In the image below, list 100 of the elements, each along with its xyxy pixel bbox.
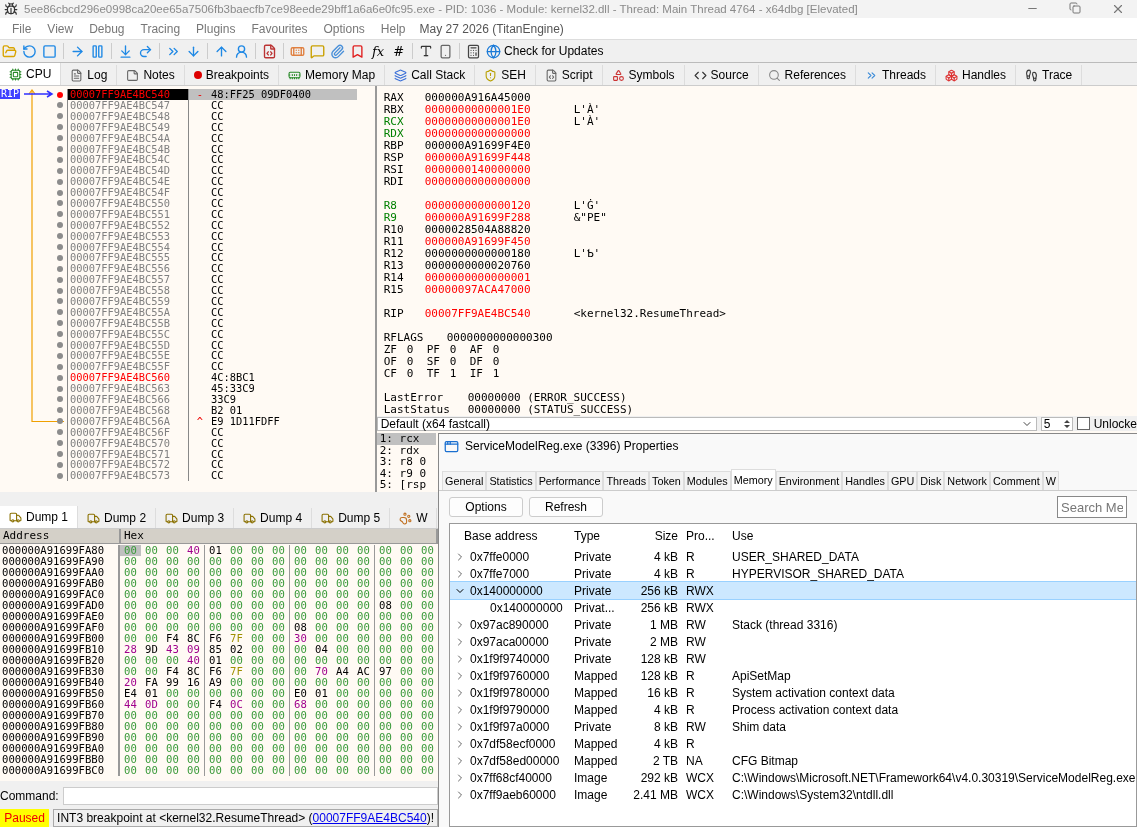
hex-byte[interactable]: 28 bbox=[120, 644, 141, 655]
hex-byte[interactable]: 00 bbox=[417, 589, 438, 600]
hex-byte[interactable]: 00 bbox=[417, 754, 438, 765]
hex-byte[interactable]: 00 bbox=[396, 622, 417, 633]
hex-byte[interactable]: 00 bbox=[332, 677, 353, 688]
hex-byte[interactable]: 00 bbox=[396, 699, 417, 710]
hex-byte[interactable]: 00 bbox=[247, 754, 268, 765]
hex-byte[interactable]: A4 bbox=[332, 666, 353, 677]
instruction-bytes[interactable]: CC bbox=[189, 306, 357, 318]
instruction-address[interactable]: 00007FF9AE4BC54A bbox=[68, 132, 189, 144]
step-over-icon[interactable] bbox=[138, 43, 153, 59]
hex-byte[interactable]: 00 bbox=[417, 622, 438, 633]
register-value[interactable]: 00000000000001E0 bbox=[424, 104, 574, 117]
hex-byte[interactable]: 00 bbox=[183, 754, 204, 765]
instruction-address[interactable]: 00007FF9AE4BC557 bbox=[68, 274, 189, 286]
hex-byte[interactable]: 00 bbox=[417, 743, 438, 754]
hex-byte[interactable]: 85 bbox=[204, 644, 226, 655]
instruction-address[interactable]: 00007FF9AE4BC55C bbox=[68, 328, 189, 340]
instruction-bytes[interactable]: CC bbox=[189, 296, 357, 307]
hex-byte[interactable]: 44 bbox=[120, 699, 141, 710]
breakpoint-dot[interactable] bbox=[57, 244, 63, 250]
hex-byte[interactable]: 68 bbox=[289, 699, 311, 710]
hex-byte[interactable]: 00 bbox=[268, 622, 289, 633]
hex-byte[interactable]: 00 bbox=[417, 732, 438, 743]
hex-byte[interactable]: 00 bbox=[247, 600, 268, 611]
register-value[interactable]: 00000000000001E0 bbox=[424, 116, 574, 129]
hex-byte[interactable]: 00 bbox=[311, 765, 332, 776]
hex-byte[interactable]: 00 bbox=[289, 567, 311, 578]
hex-byte[interactable]: 00 bbox=[268, 611, 289, 622]
register-value[interactable]: 0000028504A88820 bbox=[424, 224, 574, 237]
hex-byte[interactable]: 00 bbox=[120, 754, 141, 765]
register-value[interactable]: 00000097ACA47000 bbox=[424, 284, 574, 297]
hex-byte[interactable]: 00 bbox=[289, 644, 311, 655]
hex-byte[interactable]: 00 bbox=[120, 545, 141, 556]
hex-byte[interactable]: 00 bbox=[353, 732, 374, 743]
check-updates-button[interactable]: Check for Updates bbox=[486, 43, 604, 59]
hex-byte[interactable]: 00 bbox=[374, 688, 396, 699]
hex-byte[interactable]: 0C bbox=[226, 699, 247, 710]
paperclip-icon[interactable] bbox=[330, 43, 345, 59]
hex-byte[interactable]: 0D bbox=[141, 699, 162, 710]
hex-byte[interactable]: 00 bbox=[247, 556, 268, 567]
hex-byte[interactable]: 00 bbox=[141, 765, 162, 776]
breakpoint-dot[interactable] bbox=[57, 440, 63, 447]
hex-byte[interactable]: 00 bbox=[141, 666, 162, 677]
hex-byte[interactable]: 00 bbox=[226, 622, 247, 633]
hex-byte[interactable]: 00 bbox=[141, 600, 162, 611]
hex-byte[interactable]: 00 bbox=[311, 567, 332, 578]
instruction-bytes[interactable]: CC bbox=[189, 317, 357, 329]
bookmark-icon[interactable] bbox=[350, 43, 365, 59]
hex-byte[interactable]: A9 bbox=[204, 677, 226, 688]
hex-byte[interactable]: 00 bbox=[141, 622, 162, 633]
hex-byte[interactable]: 00 bbox=[332, 655, 353, 666]
hex-byte[interactable]: 08 bbox=[374, 600, 396, 611]
hex-byte[interactable]: 00 bbox=[289, 666, 311, 677]
register-value[interactable]: 00007FF9AE4BC540 bbox=[424, 308, 574, 321]
hex-byte[interactable]: 00 bbox=[162, 743, 183, 754]
hex-byte[interactable]: 00 bbox=[247, 743, 268, 754]
instruction-address[interactable]: 00007FF9AE4BC55E bbox=[68, 350, 189, 362]
hex-byte[interactable]: 00 bbox=[332, 556, 353, 567]
menu-item[interactable]: View bbox=[39, 21, 82, 36]
toolbar-button[interactable]: Options bbox=[449, 497, 523, 517]
hex-byte[interactable]: 00 bbox=[289, 545, 311, 556]
flag-value[interactable]: 0 bbox=[449, 356, 470, 369]
hex-byte[interactable]: 00 bbox=[353, 611, 374, 622]
hex-byte[interactable]: 00 bbox=[120, 578, 141, 589]
hex-byte[interactable]: 00 bbox=[417, 688, 438, 699]
address-link[interactable]: 00007FF9AE4BC540 bbox=[312, 811, 427, 825]
hex-byte[interactable]: 00 bbox=[332, 710, 353, 721]
instruction-bytes[interactable]: 45:33C9 bbox=[189, 383, 357, 395]
hex-byte[interactable]: 00 bbox=[353, 567, 374, 578]
breakpoint-dot[interactable] bbox=[57, 146, 63, 152]
hex-byte[interactable]: 00 bbox=[417, 699, 438, 710]
font-icon[interactable] bbox=[419, 44, 434, 59]
instruction-bytes[interactable]: CC bbox=[189, 459, 357, 471]
instruction-bytes[interactable]: CC bbox=[189, 110, 357, 122]
hex-byte[interactable]: 00 bbox=[162, 578, 183, 589]
column-header[interactable]: Use bbox=[727, 529, 754, 543]
hex-byte[interactable]: 00 bbox=[183, 578, 204, 589]
hex-byte[interactable]: 00 bbox=[247, 765, 268, 776]
hex-byte[interactable]: 00 bbox=[162, 721, 183, 732]
properties-tab[interactable]: Network bbox=[944, 471, 990, 490]
instruction-bytes[interactable]: CC bbox=[189, 176, 357, 188]
hex-byte[interactable]: 00 bbox=[353, 655, 374, 666]
hex-byte[interactable]: 00 bbox=[162, 699, 183, 710]
register-value[interactable]: 0000000000000001 bbox=[424, 272, 574, 285]
instruction-address[interactable]: 00007FF9AE4BC563 bbox=[68, 383, 189, 395]
hex-byte[interactable]: 00 bbox=[353, 743, 374, 754]
hex-byte[interactable]: 00 bbox=[353, 545, 374, 556]
hex-byte[interactable]: 00 bbox=[226, 556, 247, 567]
step-into-icon[interactable] bbox=[118, 43, 133, 59]
instruction-bytes[interactable]: CC bbox=[189, 143, 357, 155]
hex-byte[interactable]: 00 bbox=[226, 567, 247, 578]
hex-byte[interactable]: 00 bbox=[289, 611, 311, 622]
properties-tab[interactable]: Performance bbox=[535, 471, 604, 490]
pause-icon[interactable] bbox=[90, 43, 105, 59]
hex-byte[interactable]: 00 bbox=[226, 589, 247, 600]
hex-byte[interactable]: 00 bbox=[268, 710, 289, 721]
register-value[interactable]: 0000000000000180 bbox=[424, 248, 574, 261]
argument-row[interactable]: 5: [rsp bbox=[376, 479, 436, 491]
hex-byte[interactable]: 00 bbox=[289, 710, 311, 721]
